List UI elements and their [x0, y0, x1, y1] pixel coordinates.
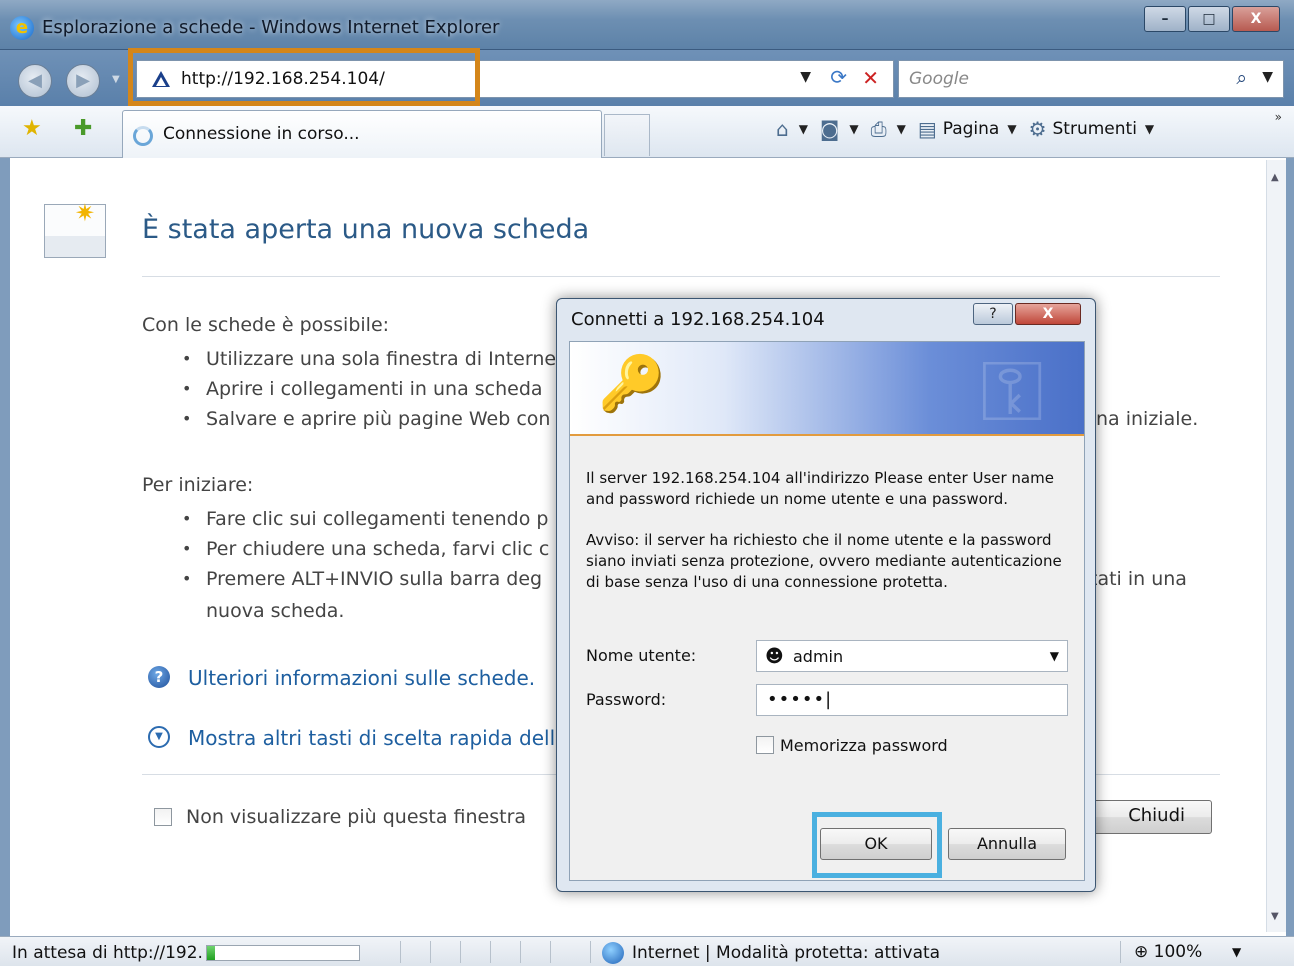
username-dropdown-icon[interactable]: ▼ — [1050, 649, 1059, 663]
home-dropdown-icon[interactable]: ▼ — [799, 122, 808, 136]
chevron-down-icon[interactable]: ▼ — [148, 726, 170, 748]
close-window-button[interactable]: X — [1232, 6, 1280, 32]
keys-watermark-icon: ⚿ — [980, 342, 1044, 440]
search-box[interactable]: Google ⌕ ▼ — [898, 60, 1284, 98]
tabs-intro-text: Con le schede è possibile: — [142, 314, 390, 336]
address-highlight-box — [128, 48, 480, 106]
list-item: Aprire i collegamenti in una scheda — [182, 378, 542, 400]
new-tab-button[interactable] — [604, 114, 650, 156]
login-dialog: Connetti a 192.168.254.104 ? X 🔑 ⚿ Il se… — [556, 298, 1096, 892]
forward-button[interactable]: ▶ — [66, 64, 100, 98]
command-bar: ⌂ ▼ ◙ ▼ ⎙ ▼ ▤ Pagina ▼ ⚙ Strumenti ▼ — [776, 117, 1166, 141]
maximize-button[interactable]: □ — [1188, 6, 1230, 32]
address-dropdown-icon[interactable]: ▼ — [800, 69, 811, 85]
home-icon[interactable]: ⌂ — [776, 117, 789, 141]
username-combobox[interactable]: ☻ admin ▼ — [756, 640, 1068, 672]
window-controls: – □ X — [1142, 6, 1280, 32]
add-favorites-icon[interactable]: ✚ — [74, 116, 92, 141]
tools-dropdown-icon[interactable]: ▼ — [1145, 122, 1154, 136]
page-dropdown-icon[interactable]: ▼ — [1007, 122, 1016, 136]
dialog-title: Connetti a 192.168.254.104 — [571, 309, 825, 330]
scroll-up-icon[interactable]: ▲ — [1271, 172, 1279, 183]
feeds-dropdown-icon[interactable]: ▼ — [849, 122, 858, 136]
dialog-help-button[interactable]: ? — [973, 303, 1013, 325]
chevron-more-icon[interactable]: » — [1275, 110, 1282, 124]
back-button[interactable]: ◀ — [18, 64, 52, 98]
new-tab-page-icon: ✷ — [44, 199, 106, 258]
gear-icon: ⚙ — [1028, 117, 1047, 141]
list-item-tail: na iniziale. — [1096, 408, 1199, 430]
cancel-button[interactable]: Annulla — [948, 828, 1066, 860]
history-dropdown-icon[interactable]: ▼ — [112, 74, 120, 85]
print-icon[interactable]: ⎙ — [871, 117, 887, 141]
status-bar: In attesa di http://192. Internet | Moda… — [0, 936, 1294, 966]
zoom-dropdown-icon[interactable]: ▼ — [1232, 945, 1241, 959]
list-item-tail: tati in una — [1090, 568, 1187, 590]
print-dropdown-icon[interactable]: ▼ — [897, 122, 906, 136]
password-field[interactable]: •••••| — [756, 684, 1068, 716]
window-title-bar: e Esplorazione a schede - Windows Intern… — [0, 0, 1294, 50]
minimize-button[interactable]: – — [1144, 6, 1186, 32]
help-icon: ? — [148, 666, 170, 688]
feeds-icon[interactable]: ◙ — [820, 117, 839, 141]
internet-explorer-icon: e — [10, 16, 34, 40]
refresh-icon[interactable]: ⟳ — [830, 65, 847, 89]
zoom-level[interactable]: ⊕ 100% — [1134, 942, 1202, 962]
scroll-down-icon[interactable]: ▼ — [1271, 911, 1279, 922]
search-dropdown-icon[interactable]: ▼ — [1262, 69, 1273, 85]
progress-fill — [207, 946, 215, 960]
progress-bar — [206, 945, 360, 961]
dialog-warning: Avviso: il server ha richiesto che il no… — [586, 531, 1062, 591]
stop-icon[interactable]: ✕ — [862, 66, 879, 90]
sparkle-icon: ✷ — [74, 199, 95, 227]
window-border — [1286, 158, 1294, 936]
tabs-info-link[interactable]: Ulteriori informazioni sulle schede. — [188, 666, 535, 690]
list-item: Fare clic sui collegamenti tenendo p — [182, 508, 548, 530]
list-item: Per chiudere una scheda, farvi clic c — [182, 538, 549, 560]
page-icon: ▤ — [917, 117, 937, 141]
tab-current[interactable]: Connessione in corso... — [122, 110, 602, 158]
loading-spinner-icon — [133, 126, 153, 146]
remember-password-checkbox[interactable] — [756, 736, 774, 754]
ok-highlight-box — [812, 812, 942, 878]
zoom-value: 100% — [1153, 942, 1203, 962]
shortcuts-link[interactable]: Mostra altri tasti di scelta rapida dell… — [188, 726, 567, 750]
keys-icon: 🔑 — [598, 352, 666, 415]
list-item-continued: nuova scheda. — [206, 600, 345, 622]
search-icon[interactable]: ⌕ — [1236, 67, 1247, 89]
favorites-star-icon[interactable]: ★ — [22, 116, 42, 141]
dialog-message: Il server 192.168.254.104 all'indirizzo … — [586, 469, 1054, 508]
list-item: Utilizzare una sola finestra di Interne — [182, 348, 556, 370]
tools-menu[interactable]: Strumenti — [1053, 119, 1137, 139]
username-label: Nome utente: — [586, 646, 697, 665]
security-zone-text[interactable]: Internet | Modalità protetta: attivata — [632, 943, 940, 963]
divider — [142, 276, 1220, 277]
username-value: admin — [793, 647, 844, 666]
password-label: Password: — [586, 690, 667, 709]
password-value: •••••| — [767, 689, 833, 710]
dont-show-checkbox[interactable] — [154, 808, 172, 826]
window-title: Esplorazione a schede - Windows Internet… — [42, 17, 500, 38]
list-item: Salvare e aprire più pagine Web con — [182, 408, 550, 430]
tab-label: Connessione in corso... — [163, 124, 360, 144]
internet-zone-icon — [602, 942, 624, 964]
list-item: Premere ALT+INVIO sulla barra deg — [182, 568, 542, 590]
dialog-body: 🔑 ⚿ Il server 192.168.254.104 all'indiri… — [569, 341, 1085, 881]
loading-status-text: In attesa di http://192. — [12, 943, 203, 963]
dialog-banner: 🔑 ⚿ — [570, 342, 1084, 440]
vertical-scrollbar[interactable]: ▲ ▼ — [1266, 160, 1286, 932]
page-menu[interactable]: Pagina — [943, 119, 1000, 139]
dont-show-label: Non visualizzare più questa finestra — [186, 806, 527, 828]
search-input[interactable]: Google — [909, 69, 969, 89]
remember-password-label: Memorizza password — [780, 736, 948, 755]
getting-started-text: Per iniziare: — [142, 474, 254, 496]
user-icon: ☻ — [765, 646, 784, 667]
dialog-close-button[interactable]: X — [1015, 303, 1081, 325]
page-title: È stata aperta una nuova scheda — [142, 214, 590, 245]
